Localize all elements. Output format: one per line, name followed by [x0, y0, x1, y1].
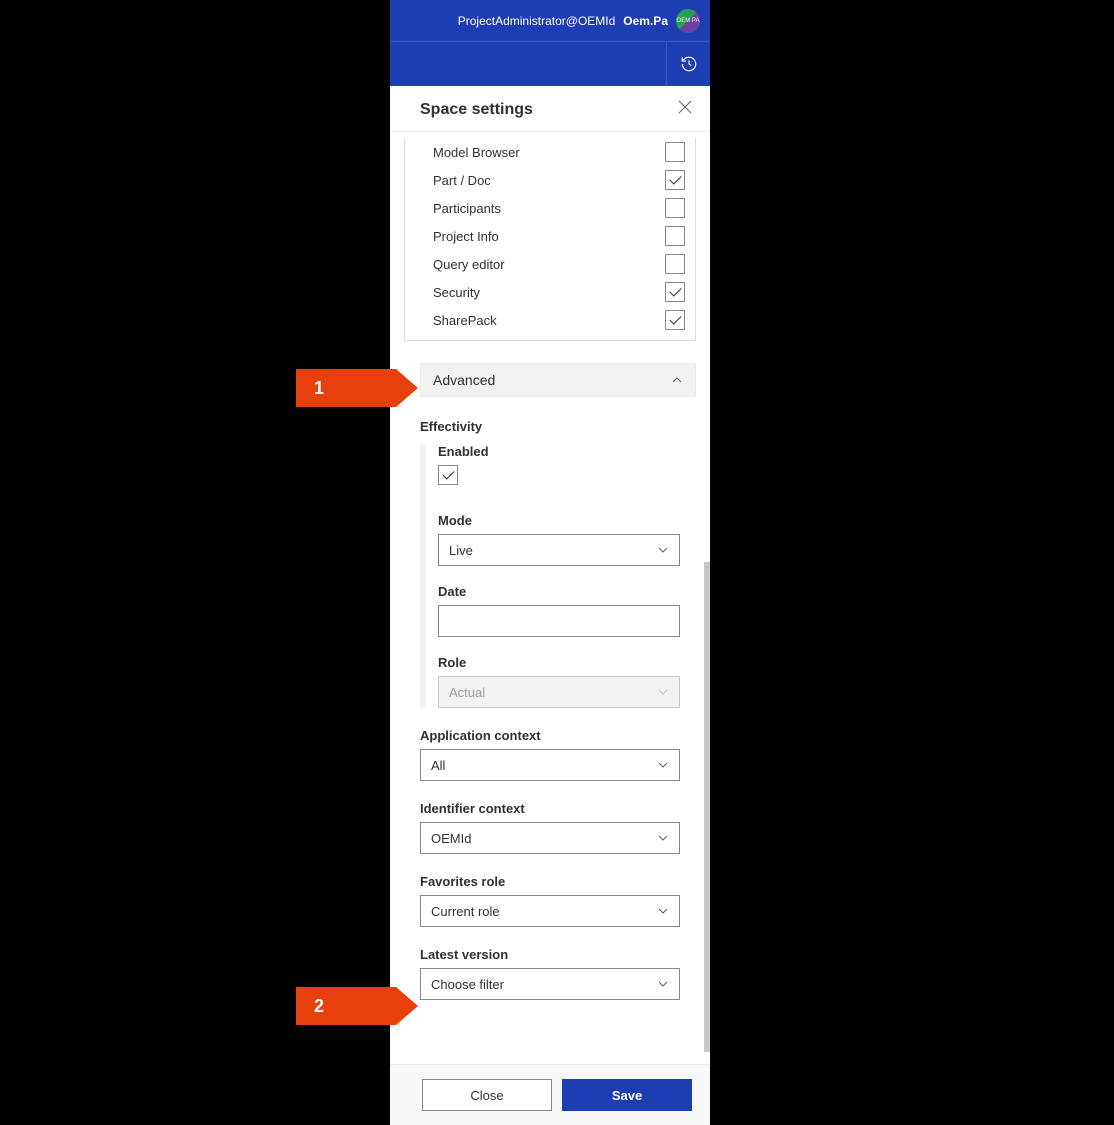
check-label: SharePack	[433, 313, 497, 328]
close-button[interactable]	[678, 100, 692, 119]
fav-role-value: Current role	[431, 904, 500, 919]
check-row-project-info: Project Info	[405, 222, 695, 250]
org-name: Oem.Pa	[623, 14, 668, 28]
mode-label: Mode	[438, 513, 680, 528]
check-row-participants: Participants	[405, 194, 695, 222]
checkbox-project-info[interactable]	[665, 226, 685, 246]
date-input[interactable]	[438, 605, 680, 637]
top-bar: ProjectAdministrator@OEMId Oem.Pa OEM PA	[390, 0, 710, 41]
callout-arrow-icon	[396, 369, 418, 407]
chevron-down-icon	[657, 905, 669, 917]
id-context-label: Identifier context	[420, 801, 680, 816]
panel-header: Space settings	[390, 86, 710, 131]
role-label: Role	[438, 655, 680, 670]
role-value: Actual	[449, 685, 485, 700]
checkbox-sharepack[interactable]	[665, 310, 685, 330]
check-label: Query editor	[433, 257, 505, 272]
callout-1-number: 1	[314, 378, 324, 399]
app-context-value: All	[431, 758, 445, 773]
app-window: ProjectAdministrator@OEMId Oem.Pa OEM PA…	[390, 0, 710, 1125]
panel-title: Space settings	[420, 101, 533, 119]
chevron-down-icon	[657, 686, 669, 698]
panel-footer: Close Save	[390, 1064, 710, 1125]
panel-body: Model Browser Part / Doc Participants Pr…	[390, 131, 710, 1064]
chevron-down-icon	[657, 759, 669, 771]
check-row-security: Security	[405, 278, 695, 306]
chevron-up-icon	[671, 374, 683, 386]
checkbox-security[interactable]	[665, 282, 685, 302]
id-context-value: OEMId	[431, 831, 471, 846]
sub-bar	[390, 41, 710, 86]
checkbox-enabled[interactable]	[438, 465, 458, 485]
app-context-label: Application context	[420, 728, 680, 743]
user-email: ProjectAdministrator@OEMId	[458, 14, 616, 28]
check-label: Participants	[433, 201, 501, 216]
checkbox-part-doc[interactable]	[665, 170, 685, 190]
close-footer-button[interactable]: Close	[422, 1079, 552, 1111]
check-row-model-browser: Model Browser	[405, 138, 695, 166]
close-label: Close	[470, 1088, 503, 1103]
checkbox-query-editor[interactable]	[665, 254, 685, 274]
check-row-sharepack: SharePack	[405, 306, 695, 334]
history-icon	[680, 55, 698, 73]
check-row-query-editor: Query editor	[405, 250, 695, 278]
check-row-part-doc: Part / Doc	[405, 166, 695, 194]
callout-1: 1	[296, 369, 418, 407]
mode-select[interactable]: Live	[438, 534, 680, 566]
enabled-label: Enabled	[438, 444, 680, 459]
fav-role-select[interactable]: Current role	[420, 895, 680, 927]
check-label: Security	[433, 285, 480, 300]
latest-version-label: Latest version	[420, 947, 680, 962]
role-select: Actual	[438, 676, 680, 708]
advanced-section-header[interactable]: Advanced	[420, 363, 696, 397]
check-label: Model Browser	[433, 145, 520, 160]
history-button[interactable]	[666, 42, 710, 87]
effectivity-block: Enabled Mode Live Date Role Actual	[420, 444, 680, 708]
callout-arrow-icon	[396, 987, 418, 1025]
chevron-down-icon	[657, 978, 669, 990]
callout-2-number: 2	[314, 996, 324, 1017]
callout-2: 2	[296, 987, 418, 1025]
chevron-down-icon	[657, 544, 669, 556]
latest-version-value: Choose filter	[431, 977, 504, 992]
checklist: Model Browser Part / Doc Participants Pr…	[404, 138, 696, 341]
save-button[interactable]: Save	[562, 1079, 692, 1111]
effectivity-title: Effectivity	[420, 419, 680, 434]
avatar[interactable]: OEM PA	[676, 9, 700, 33]
checkbox-participants[interactable]	[665, 198, 685, 218]
id-context-select[interactable]: OEMId	[420, 822, 680, 854]
close-icon	[678, 100, 692, 114]
advanced-title: Advanced	[433, 372, 495, 388]
check-label: Project Info	[433, 229, 499, 244]
chevron-down-icon	[657, 832, 669, 844]
checkbox-model-browser[interactable]	[665, 142, 685, 162]
mode-value: Live	[449, 543, 473, 558]
latest-version-select[interactable]: Choose filter	[420, 968, 680, 1000]
avatar-initials: OEM PA	[677, 18, 700, 24]
app-context-select[interactable]: All	[420, 749, 680, 781]
save-label: Save	[612, 1088, 642, 1103]
scrollbar[interactable]	[704, 562, 710, 1052]
check-label: Part / Doc	[433, 173, 491, 188]
date-label: Date	[438, 584, 680, 599]
fav-role-label: Favorites role	[420, 874, 680, 889]
